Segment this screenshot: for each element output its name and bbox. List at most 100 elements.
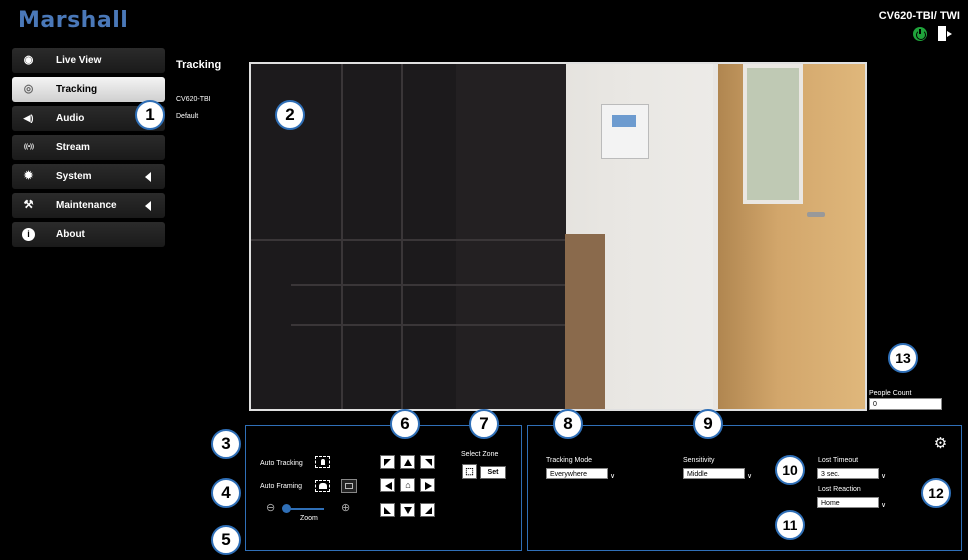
sensitivity-select[interactable]: Middle ∨ [683, 468, 752, 480]
callout-badge: 4 [211, 478, 241, 508]
speaker-icon: ◀) [23, 113, 34, 123]
auto-tracking-icon[interactable] [315, 456, 330, 468]
gear-icon: ✹ [23, 170, 34, 182]
callout-badge: 9 [693, 409, 723, 439]
sidebar-item-about[interactable]: i About [12, 222, 165, 247]
sidebar-item-label: Tracking [56, 84, 98, 95]
page-title: Tracking [176, 59, 222, 71]
tracking-mode-select[interactable]: Everywhere ∨ [546, 468, 615, 480]
callout-badge: 11 [775, 510, 805, 540]
callout-badge: 2 [275, 100, 305, 130]
pan-up-button[interactable] [400, 455, 415, 469]
logout-icon[interactable] [938, 26, 952, 41]
pan-up-right-button[interactable] [420, 455, 435, 469]
arrow-left-icon [385, 482, 392, 490]
arrow-down-left-icon [384, 507, 391, 514]
live-video-view[interactable] [249, 62, 867, 411]
framing-window-shape [345, 483, 353, 489]
callout-badge: 8 [553, 409, 583, 439]
pan-down-left-button[interactable] [380, 503, 395, 517]
logout-door-shape [938, 26, 946, 41]
sidebar-item-label: Live View [56, 55, 102, 66]
chevron-down-icon: ∨ [747, 473, 753, 480]
callout-badge: 10 [775, 455, 805, 485]
info-icon: i [22, 228, 35, 241]
arrow-down-icon [404, 507, 412, 514]
people-count-label: People Count [869, 390, 912, 397]
callout-badge: 13 [888, 343, 918, 373]
caret-left-icon [145, 201, 151, 211]
tracking-mode-label: Tracking Mode [546, 457, 593, 464]
auto-tracking-person-shape [321, 459, 325, 465]
sidebar-item-tracking[interactable]: ◎ Tracking [12, 77, 165, 102]
callout-badge: 7 [469, 409, 499, 439]
arrow-up-icon [404, 459, 412, 466]
lost-reaction-label: Lost Reaction [818, 486, 861, 493]
sidebar-item-system[interactable]: ✹ System [12, 164, 165, 189]
sidebar-item-live-view[interactable]: ◉ Live View [12, 48, 165, 73]
callout-badge: 1 [135, 100, 165, 130]
arrow-up-right-icon [425, 459, 432, 466]
home-button[interactable]: ⌂ [400, 478, 415, 492]
tracking-icon: ◎ [23, 83, 34, 95]
video-cabinet-shelf [291, 284, 566, 286]
caret-left-icon [145, 172, 151, 182]
video-door-handle [807, 212, 825, 217]
chevron-down-icon: ∨ [881, 502, 887, 509]
select-zone-label: Select Zone [461, 451, 499, 458]
chevron-down-icon: ∨ [881, 473, 887, 480]
auto-framing-label: Auto Framing [260, 483, 303, 490]
lost-timeout-select[interactable]: 3 sec. ∨ [817, 468, 886, 480]
arrow-right-icon [425, 482, 432, 490]
sidebar-item-label: Maintenance [56, 200, 117, 211]
pan-right-button[interactable] [420, 478, 435, 492]
lost-reaction-value: Home [821, 500, 840, 507]
set-zone-button[interactable]: Set [480, 466, 506, 479]
tracking-page: Marshall CV620-TBI/ TWI ◉ Live View ◎ Tr… [0, 0, 968, 560]
select-zone-button[interactable]: ⬚ [462, 464, 477, 479]
framing-window-icon[interactable] [341, 479, 357, 493]
sidebar-item-label: Audio [56, 113, 85, 124]
callout-badge: 5 [211, 525, 241, 555]
pan-down-right-button[interactable] [420, 503, 435, 517]
chevron-down-icon: ∨ [610, 473, 616, 480]
callout-badge: 6 [390, 409, 420, 439]
lost-timeout-label: Lost Timeout [818, 457, 859, 464]
lost-reaction-select[interactable]: Home ∨ [817, 497, 886, 509]
power-icon[interactable] [913, 27, 927, 41]
tracking-settings-panel [527, 425, 962, 551]
arrow-down-right-icon [425, 507, 432, 514]
pan-left-button[interactable] [380, 478, 395, 492]
callout-badge: 3 [211, 429, 241, 459]
video-poster [601, 104, 649, 159]
zoom-out-icon[interactable]: ⊖ [266, 503, 276, 514]
sensitivity-label: Sensitivity [683, 457, 715, 464]
sensitivity-value: Middle [687, 471, 708, 478]
zoom-in-icon[interactable]: ⊕ [341, 503, 351, 514]
video-cabinet-seam [401, 64, 403, 409]
settings-gear-icon[interactable]: ⚙ [933, 436, 948, 451]
callout-badge: 12 [921, 478, 951, 508]
pan-up-left-button[interactable] [380, 455, 395, 469]
logout-arrow-shape [947, 31, 952, 37]
video-cabinet-shelf [291, 324, 566, 326]
sidebar-item-label: System [56, 171, 92, 182]
video-cabinet-shelf [251, 239, 566, 241]
video-cabinet-seam [341, 64, 343, 409]
arrow-up-left-icon [384, 459, 391, 466]
auto-framing-icon[interactable] [315, 480, 330, 492]
model-title: CV620-TBI/ TWI [878, 10, 960, 22]
video-cabinet-right [456, 64, 566, 409]
pan-down-button[interactable] [400, 503, 415, 517]
video-door-window [743, 64, 803, 204]
sidebar: ◉ Live View ◎ Tracking ◀) Audio ((•)) St… [12, 48, 165, 251]
zoom-slider-thumb[interactable] [282, 504, 291, 513]
video-cardboard-box [565, 234, 605, 409]
device-name: CV620-TBI [176, 96, 211, 103]
sidebar-item-maintenance[interactable]: ⚒ Maintenance [12, 193, 165, 218]
preset-name: Default [176, 113, 199, 120]
tracking-mode-value: Everywhere [550, 471, 587, 478]
sidebar-item-label: About [56, 229, 85, 240]
sidebar-item-stream[interactable]: ((•)) Stream [12, 135, 165, 160]
lost-timeout-value: 3 sec. [821, 471, 840, 478]
